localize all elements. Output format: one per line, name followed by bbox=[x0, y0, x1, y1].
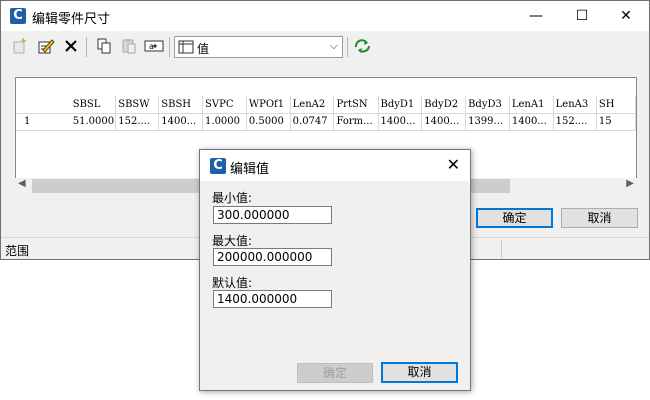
status-text: 范围 bbox=[5, 244, 30, 258]
column-header[interactable]: SBSW bbox=[115, 96, 160, 113]
copy-icon[interactable] bbox=[94, 37, 114, 57]
row-header-corner bbox=[16, 96, 71, 113]
new-icon[interactable] bbox=[10, 37, 30, 57]
column-header[interactable]: BdyD1 bbox=[378, 96, 423, 113]
maximize-button[interactable]: ☐ bbox=[559, 1, 605, 31]
table-cell[interactable]: 15 bbox=[596, 112, 636, 131]
row-index: 1 bbox=[16, 112, 71, 131]
column-header[interactable]: BdyD3 bbox=[465, 96, 510, 113]
scroll-left-icon[interactable]: ◀ bbox=[18, 178, 26, 189]
dialog-title: 编辑值 bbox=[230, 162, 270, 177]
table-cell[interactable]: 51.0000 bbox=[70, 112, 117, 131]
table-cell[interactable]: 1400... bbox=[378, 112, 423, 131]
min-value-label: 最小值: bbox=[212, 191, 253, 205]
value-type-dropdown[interactable]: 值 ⌵ bbox=[174, 36, 343, 58]
status-divider bbox=[501, 240, 502, 258]
column-header[interactable]: SBSH bbox=[158, 96, 204, 113]
minimize-button[interactable]: — bbox=[513, 1, 559, 31]
table-cell[interactable]: 1399... bbox=[465, 112, 510, 131]
dialog-ok-button[interactable]: 确定 bbox=[297, 363, 373, 383]
column-header[interactable]: PrtSN bbox=[333, 96, 379, 113]
column-header[interactable]: WPOf1 bbox=[246, 96, 291, 113]
toolbar-separator bbox=[86, 37, 87, 57]
dimension-table: SBSL SBSW SBSH SVPC WPOf1 LenA2 PrtSN Bd… bbox=[16, 96, 636, 131]
paste-icon[interactable] bbox=[119, 37, 139, 57]
column-header[interactable]: LenA1 bbox=[509, 96, 554, 113]
column-header[interactable]: SH bbox=[596, 96, 636, 113]
dialog-title-bar: C 编辑值 ✕ bbox=[200, 150, 470, 181]
toolbar: a 值 ⌵ bbox=[1, 31, 649, 63]
scroll-right-icon[interactable]: ▶ bbox=[626, 178, 634, 189]
table-cell[interactable]: 152.... bbox=[115, 112, 160, 131]
min-value-field[interactable]: 300.000000 bbox=[213, 206, 332, 224]
column-header[interactable]: SVPC bbox=[202, 96, 247, 113]
table-row[interactable]: 1 51.0000 152.... 1400... 1.0000 0.5000 … bbox=[16, 112, 636, 131]
toolbar-separator bbox=[347, 37, 348, 57]
rename-icon[interactable]: a bbox=[144, 37, 164, 57]
table-cell[interactable]: 0.5000 bbox=[246, 112, 291, 131]
default-value-field[interactable]: 1400.000000 bbox=[213, 290, 332, 308]
table-icon bbox=[178, 40, 194, 57]
app-logo-icon: C bbox=[10, 8, 26, 24]
table-cell[interactable]: Form... bbox=[333, 112, 379, 131]
table-cell[interactable]: 0.0747 bbox=[290, 112, 335, 131]
refresh-icon[interactable] bbox=[353, 37, 373, 57]
column-header[interactable]: BdyD2 bbox=[421, 96, 467, 113]
edit-icon[interactable] bbox=[36, 37, 56, 57]
column-header[interactable]: SBSL bbox=[70, 96, 117, 113]
app-logo-icon: C bbox=[210, 158, 226, 174]
table-cell[interactable]: 1.0000 bbox=[202, 112, 247, 131]
table-cell[interactable]: 1400... bbox=[509, 112, 554, 131]
default-value-label: 默认值: bbox=[212, 276, 253, 290]
table-cell[interactable]: 1400... bbox=[421, 112, 467, 131]
dropdown-selected-value: 值 bbox=[197, 42, 210, 56]
title-bar: C 编辑零件尺寸 — ☐ ✕ bbox=[1, 1, 649, 31]
close-button[interactable]: ✕ bbox=[603, 1, 649, 31]
chevron-down-icon: ⌵ bbox=[329, 39, 338, 52]
table-cell[interactable]: 152.... bbox=[553, 112, 597, 131]
toolbar-separator bbox=[169, 37, 170, 57]
column-header[interactable]: LenA3 bbox=[553, 96, 597, 113]
column-header[interactable]: LenA2 bbox=[290, 96, 335, 113]
max-value-field[interactable]: 200000.000000 bbox=[213, 248, 332, 266]
cancel-button[interactable]: 取消 bbox=[561, 208, 638, 228]
table-cell[interactable]: 1400... bbox=[158, 112, 204, 131]
delete-icon[interactable] bbox=[61, 37, 81, 57]
edit-value-dialog: C 编辑值 ✕ 最小值: 300.000000 最大值: 200000.0000… bbox=[199, 149, 471, 391]
table-header-row: SBSL SBSW SBSH SVPC WPOf1 LenA2 PrtSN Bd… bbox=[16, 96, 636, 113]
ok-button[interactable]: 确定 bbox=[476, 208, 553, 228]
dialog-cancel-button[interactable]: 取消 bbox=[381, 362, 458, 383]
window-title: 编辑零件尺寸 bbox=[32, 12, 111, 27]
dialog-close-button[interactable]: ✕ bbox=[447, 155, 460, 174]
max-value-label: 最大值: bbox=[212, 234, 253, 248]
